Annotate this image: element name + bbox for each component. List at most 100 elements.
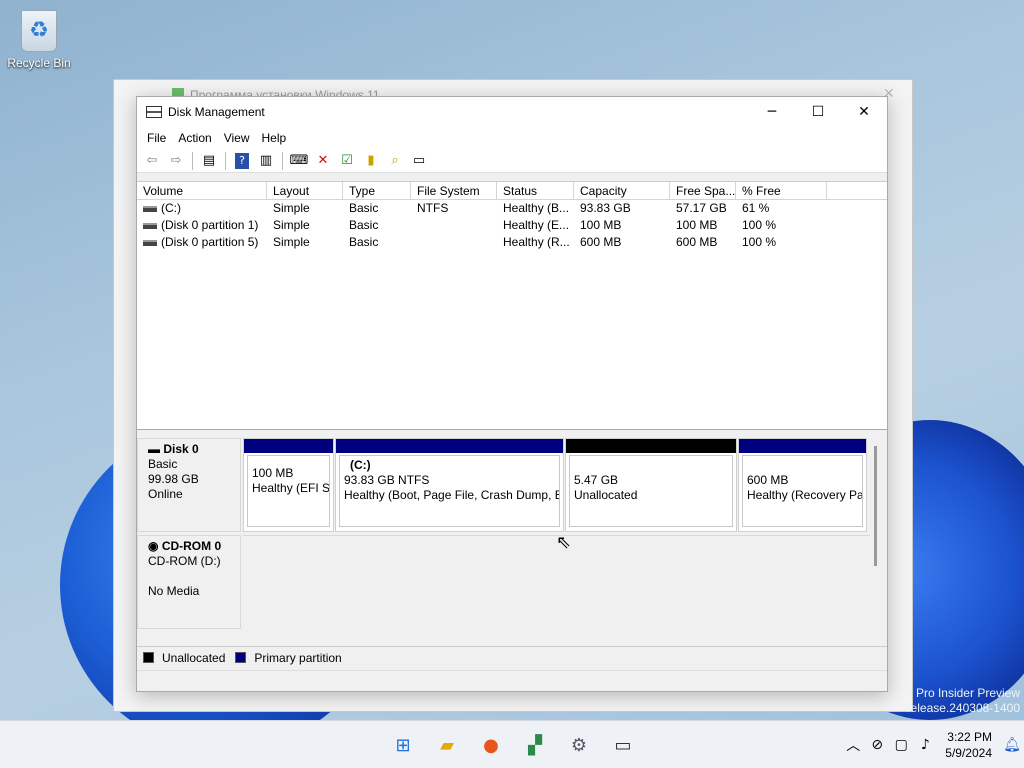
firefox-icon[interactable]: ● bbox=[476, 730, 506, 760]
back-arrow-icon[interactable]: ⇦ bbox=[141, 151, 163, 171]
taskbar: ⊞ ▰ ● ▞ ⚙ ▭ ︿ ⊘ ▢ ♪ 3:22 PM 5/9/2024 🔔︎ bbox=[0, 720, 1024, 768]
partition-size: 93.83 GB NTFS bbox=[344, 473, 430, 487]
partition-bar bbox=[244, 439, 333, 453]
titlebar: Disk Management ─ ☐ ✕ bbox=[137, 97, 887, 127]
partition-status: Healthy (Recovery Pa bbox=[747, 488, 863, 502]
clock[interactable]: 3:22 PM 5/9/2024 bbox=[937, 729, 1000, 761]
graphical-view-scrollbar[interactable] bbox=[874, 446, 877, 566]
disk-0-size: 99.98 GB bbox=[148, 472, 199, 486]
disk-management-icon bbox=[146, 106, 162, 118]
column-header-type[interactable]: Type bbox=[343, 182, 411, 199]
search-folder-icon[interactable]: ⌕ bbox=[384, 151, 406, 171]
menu-help[interactable]: Help bbox=[256, 131, 293, 145]
start-button-windows-icon[interactable]: ⊞ bbox=[388, 730, 418, 760]
partition-size: 600 MB bbox=[747, 473, 789, 487]
cell-status: Healthy (E... bbox=[503, 218, 570, 232]
volume-list-header: Volume Layout Type File System Status Ca… bbox=[137, 182, 887, 200]
cell-file-system bbox=[411, 234, 497, 251]
cdrom-0-label[interactable]: ◉ CD-ROM 0 CD-ROM (D:) No Media bbox=[137, 535, 241, 629]
partition-bar bbox=[739, 439, 866, 453]
setup-app-icon[interactable]: ▞ bbox=[520, 730, 550, 760]
cell-type: Basic bbox=[349, 235, 379, 249]
network-disconnected-icon[interactable]: ⊘ bbox=[865, 737, 889, 753]
minimize-button[interactable]: ─ bbox=[749, 97, 795, 127]
file-explorer-icon[interactable]: ▰ bbox=[432, 730, 462, 760]
column-header-status[interactable]: Status bbox=[497, 182, 574, 199]
display-icon[interactable]: ▢ bbox=[889, 737, 913, 753]
volume-muted-icon[interactable]: ♪ bbox=[913, 737, 937, 753]
volume-icon bbox=[143, 239, 157, 246]
cell-volume: (Disk 0 partition 1) bbox=[161, 218, 259, 232]
menu-file[interactable]: File bbox=[141, 131, 172, 145]
cdrom-0-row: ◉ CD-ROM 0 CD-ROM (D:) No Media bbox=[137, 535, 870, 629]
window-title: Disk Management bbox=[168, 105, 265, 119]
partition-efi[interactable]: 100 MB Healthy (EFI Sy bbox=[243, 438, 334, 532]
cdrom-0-drive: CD-ROM (D:) bbox=[148, 554, 221, 568]
legend: Unallocated Primary partition bbox=[137, 646, 887, 668]
check-icon[interactable]: ☑ bbox=[336, 151, 358, 171]
system-tray: ︿ ⊘ ▢ ♪ 3:22 PM 5/9/2024 🔔︎ bbox=[841, 721, 1024, 768]
column-header-free-space[interactable]: Free Spa... bbox=[670, 182, 736, 199]
notification-bell-icon[interactable]: 🔔︎ bbox=[1000, 737, 1024, 753]
show-hide-console-tree-icon[interactable]: ▤ bbox=[198, 151, 220, 171]
cell-layout: Simple bbox=[273, 218, 310, 232]
disk-0-row: ▬ Disk 0 Basic 99.98 GB Online 100 MB He… bbox=[137, 438, 870, 532]
desktop-icon-recycle-bin[interactable]: Recycle Bin bbox=[6, 8, 72, 70]
table-row[interactable]: (C:) Simple Basic NTFS Healthy (B... 93.… bbox=[137, 200, 887, 217]
partition-bar bbox=[336, 439, 563, 453]
toolbar-separator bbox=[192, 151, 193, 170]
partition-c[interactable]: (C:) 93.83 GB NTFS Healthy (Boot, Page F… bbox=[335, 438, 564, 532]
column-header-volume[interactable]: Volume bbox=[137, 182, 267, 199]
settings-gear-icon[interactable]: ⚙ bbox=[564, 730, 594, 760]
disk-management-taskbar-icon[interactable]: ▭ bbox=[608, 730, 638, 760]
delete-icon[interactable]: ✕ bbox=[312, 151, 334, 171]
legend-primary: Primary partition bbox=[254, 650, 342, 665]
forward-arrow-icon[interactable]: ⇨ bbox=[165, 151, 187, 171]
show-hide-action-pane-icon[interactable]: ▥ bbox=[255, 151, 277, 171]
column-header-capacity[interactable]: Capacity bbox=[574, 182, 670, 199]
connect-drive-icon[interactable]: ⌨ bbox=[288, 151, 310, 171]
disk-icon: ▬ bbox=[148, 442, 164, 456]
close-button[interactable]: ✕ bbox=[841, 97, 887, 127]
disk-0-label[interactable]: ▬ Disk 0 Basic 99.98 GB Online bbox=[137, 438, 241, 532]
partition-status: Healthy (EFI Sy bbox=[252, 481, 330, 495]
menu-action[interactable]: Action bbox=[172, 131, 217, 145]
table-row[interactable]: (Disk 0 partition 1) Simple Basic Health… bbox=[137, 217, 887, 234]
cdrom-0-name: CD-ROM 0 bbox=[161, 539, 222, 553]
cell-capacity: 93.83 GB bbox=[580, 201, 631, 215]
column-header-file-system[interactable]: File System bbox=[411, 182, 497, 199]
cell-percent-free: 61 % bbox=[742, 201, 770, 215]
cell-file-system bbox=[411, 217, 497, 234]
partition-status: Unallocated bbox=[574, 488, 638, 502]
graphical-disk-view: ▬ Disk 0 Basic 99.98 GB Online 100 MB He… bbox=[137, 434, 887, 640]
table-row[interactable]: (Disk 0 partition 5) Simple Basic Health… bbox=[137, 234, 887, 251]
maximize-button[interactable]: ☐ bbox=[795, 97, 841, 127]
status-bar bbox=[137, 670, 887, 691]
chevron-up-icon[interactable]: ︿ bbox=[841, 735, 865, 755]
cell-type: Basic bbox=[349, 218, 379, 232]
folder-up-icon[interactable]: ▮ bbox=[360, 151, 382, 171]
cell-status: Healthy (B... bbox=[503, 201, 570, 215]
clock-time: 3:22 PM bbox=[947, 730, 992, 744]
disk-management-window: Disk Management ─ ☐ ✕ File Action View H… bbox=[136, 96, 888, 692]
menu-bar: File Action View Help bbox=[137, 127, 887, 149]
cell-layout: Simple bbox=[273, 201, 310, 215]
disk-0-name: Disk 0 bbox=[163, 442, 199, 456]
disk-0-state: Online bbox=[148, 487, 183, 501]
legend-swatch-primary bbox=[235, 652, 247, 663]
toolbar-separator bbox=[225, 151, 226, 170]
partition-unallocated[interactable]: 5.47 GB Unallocated bbox=[565, 438, 737, 532]
help-icon[interactable]: ? bbox=[235, 152, 249, 169]
partition-size: 100 MB bbox=[252, 466, 294, 480]
column-header-percent-free[interactable]: % Free bbox=[736, 182, 827, 199]
recycle-bin-label: Recycle Bin bbox=[7, 56, 71, 70]
partition-status: Healthy (Boot, Page File, Crash Dump, Ba bbox=[344, 488, 560, 502]
volume-icon bbox=[143, 222, 157, 229]
menu-view[interactable]: View bbox=[218, 131, 256, 145]
partition-recovery[interactable]: 600 MB Healthy (Recovery Pa bbox=[738, 438, 867, 532]
cell-status: Healthy (R... bbox=[503, 235, 570, 249]
column-header-layout[interactable]: Layout bbox=[267, 182, 343, 199]
cell-percent-free: 100 % bbox=[742, 235, 777, 249]
properties-icon[interactable]: ▭ bbox=[408, 151, 430, 171]
cell-free-space: 100 MB bbox=[676, 218, 718, 232]
